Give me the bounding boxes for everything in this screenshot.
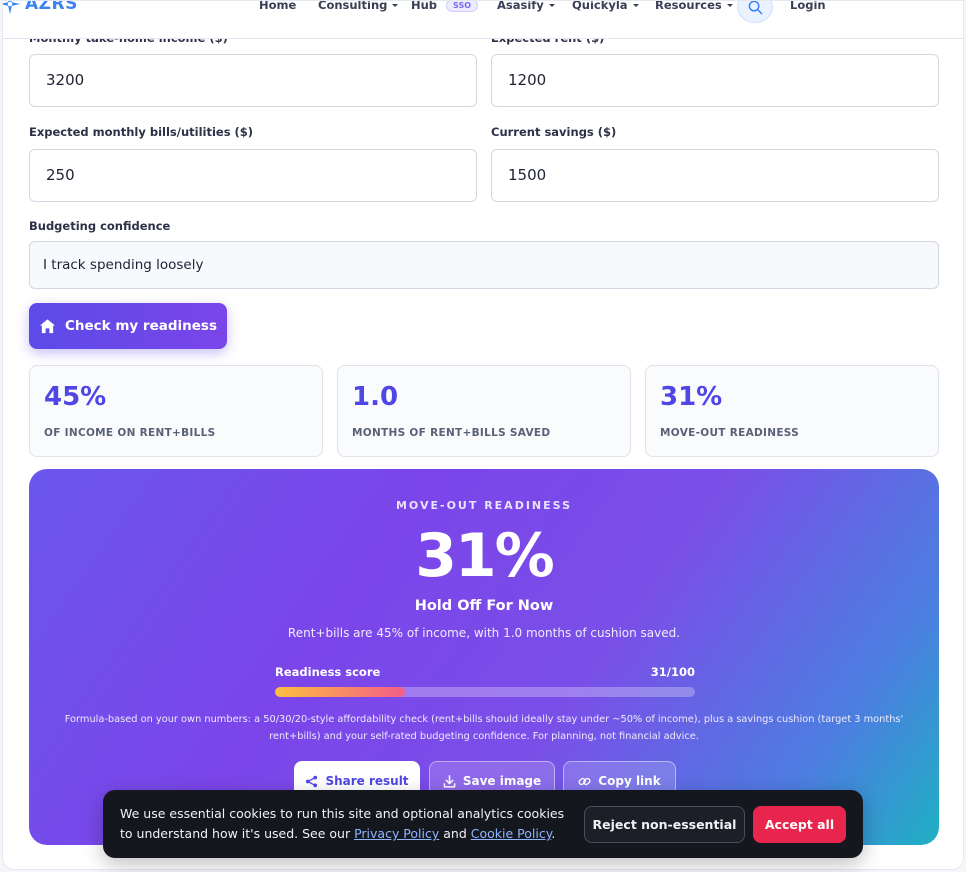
rent-input[interactable]: 1200	[491, 54, 939, 107]
stat-caption: OF INCOME ON RENT+BILLS	[44, 427, 216, 439]
home-icon	[39, 318, 56, 333]
score-label: Readiness score	[275, 665, 381, 679]
confidence-label: Budgeting confidence	[29, 219, 171, 233]
result-summary: Rent+bills are 45% of income, with 1.0 m…	[287, 626, 681, 640]
bills-input[interactable]: 250	[29, 149, 477, 202]
score-value: 31/100	[650, 665, 695, 679]
stat-value: 45%	[44, 382, 107, 412]
score-progress-fill	[275, 687, 406, 697]
confidence-select[interactable]: I track spending loosely	[29, 241, 939, 289]
share-icon	[306, 775, 318, 787]
stat-caption: MONTHS OF RENT+BILLS SAVED	[352, 427, 551, 439]
logo[interactable]: AZRS	[3, 0, 78, 15]
result-panel: MOVE-OUT READINESS 31% Hold Off For Now …	[29, 469, 939, 845]
stat-card-income-share: 45% OF INCOME ON RENT+BILLS	[29, 365, 323, 457]
result-big-value: 31%	[415, 521, 555, 591]
reject-cookies-button[interactable]: Reject non-essential	[584, 806, 745, 843]
sso-badge: SSO	[446, 1, 479, 12]
stat-caption: MOVE-OUT READINESS	[660, 427, 800, 439]
search-button[interactable]	[737, 1, 773, 23]
cookie-policy-link[interactable]: Cookie Policy	[471, 826, 552, 841]
nav-resources[interactable]: Resources	[655, 1, 733, 12]
savings-input[interactable]: 1500	[491, 149, 939, 202]
chevron-down-icon	[392, 4, 399, 7]
stat-value: 1.0	[352, 382, 399, 412]
chevron-down-icon	[548, 4, 555, 7]
privacy-policy-link[interactable]: Privacy Policy	[354, 826, 439, 841]
stat-value: 31%	[660, 382, 723, 412]
savings-label: Current savings ($)	[491, 125, 617, 139]
nav-home[interactable]: Home	[259, 1, 296, 12]
accept-cookies-button[interactable]: Accept all	[753, 806, 846, 843]
nav-quickyla[interactable]: Quickyla	[572, 1, 639, 12]
page: AZRS Home Consulting Hub SSO Asasify Qui…	[2, 0, 964, 870]
search-icon	[748, 1, 762, 14]
cookie-message: We use essential cookies to run this sit…	[120, 806, 565, 841]
cookie-banner: We use essential cookies to run this sit…	[103, 790, 863, 858]
sparkle-logo-icon	[3, 1, 21, 15]
result-verdict: Hold Off For Now	[414, 598, 554, 614]
bills-label: Expected monthly bills/utilities ($)	[29, 125, 254, 139]
result-disclaimer: Formula-based on your own numbers: a 50/…	[64, 714, 904, 742]
stat-card-months-saved: 1.0 MONTHS OF RENT+BILLS SAVED	[337, 365, 631, 457]
check-readiness-button[interactable]: Check my readiness	[29, 303, 227, 349]
score-progress-track	[275, 687, 695, 697]
nav-asasify[interactable]: Asasify	[497, 1, 555, 12]
nav-hub[interactable]: Hub SSO	[411, 1, 479, 12]
download-icon	[443, 774, 456, 788]
nav-login[interactable]: Login	[790, 1, 826, 12]
link-icon	[578, 777, 591, 785]
income-input[interactable]: 3200	[29, 54, 477, 107]
logo-text: AZRS	[25, 0, 78, 14]
top-nav: AZRS Home Consulting Hub SSO Asasify Qui…	[3, 0, 963, 39]
result-kicker: MOVE-OUT READINESS	[395, 499, 572, 512]
chevron-down-icon	[632, 4, 639, 7]
stat-card-readiness: 31% MOVE-OUT READINESS	[645, 365, 939, 457]
chevron-down-icon	[726, 4, 733, 7]
nav-consulting[interactable]: Consulting	[318, 1, 399, 12]
